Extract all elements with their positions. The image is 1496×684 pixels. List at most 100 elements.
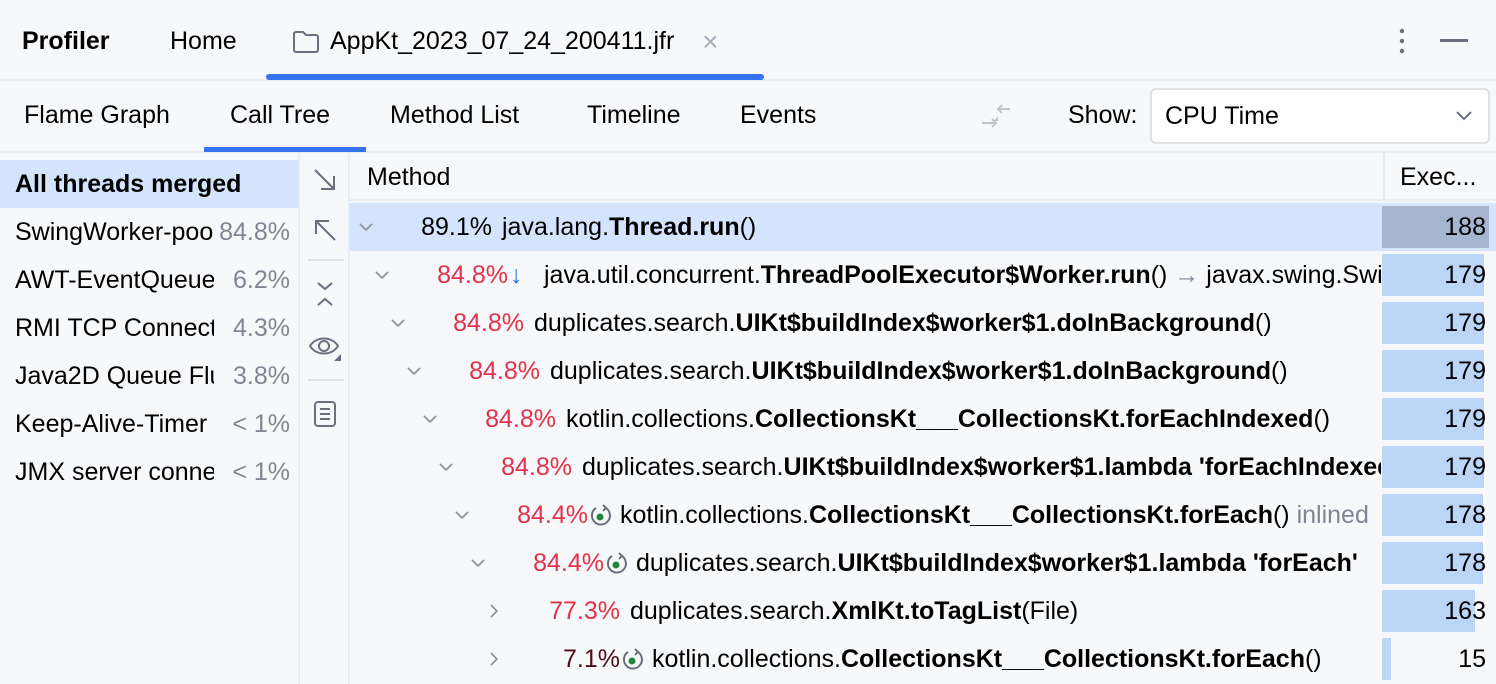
more-options-icon[interactable] — [1393, 26, 1411, 56]
thread-item[interactable]: AWT-EventQueue-0 6.2% — [0, 256, 298, 304]
method-package: kotlin.collections. — [620, 501, 809, 529]
tab-home[interactable]: Home — [170, 27, 237, 56]
details-icon[interactable] — [310, 399, 340, 429]
exec-cell: 163 — [1382, 587, 1496, 635]
tab-method-list[interactable]: Method List — [390, 101, 519, 130]
method-package: duplicates.search. — [582, 453, 784, 481]
thread-item[interactable]: Java2D Queue Flusher 3.8% — [0, 352, 298, 400]
method-cell: 89.1% java.lang.Thread.run() — [350, 203, 1381, 251]
exec-count: 179 — [1444, 261, 1486, 289]
chevron-right-icon[interactable] — [486, 651, 502, 667]
method-args: () — [1271, 357, 1288, 385]
call-tree-table: Method Exec... 89.1% java.lang.Thread.run… — [350, 153, 1496, 684]
method-cell: 84.4% duplicates.search.UIKt$buildIndex$w… — [350, 539, 1381, 587]
thread-name: All threads merged — [15, 170, 242, 198]
method-class: CollectionsKt___CollectionsKt.forEach — [808, 501, 1273, 529]
method-package: duplicates.search. — [636, 549, 838, 577]
exec-cell: 15 — [1382, 635, 1496, 683]
method-name: kotlin.collections.CollectionsKt___Colle… — [566, 405, 1330, 434]
toolbar-separator — [308, 259, 344, 261]
exec-cell: 179 — [1382, 395, 1496, 443]
exec-bar — [1382, 638, 1391, 680]
method-class: CollectionsKt___CollectionsKt.forEachInd… — [754, 405, 1314, 433]
chevron-down-icon[interactable] — [438, 459, 454, 475]
app-title: Profiler — [22, 27, 110, 55]
active-tab-indicator — [266, 74, 764, 80]
exec-cell: 179 — [1382, 251, 1496, 299]
method-target: javax.swing.SwingWorker.run() — [1206, 261, 1381, 289]
tab-call-tree[interactable]: Call Tree — [230, 101, 330, 130]
method-class: ThreadPoolExecutor$Worker.run — [760, 261, 1151, 289]
method-cell: 84.4% kotlin.collections.CollectionsKt___… — [350, 491, 1381, 539]
method-suffix: → javax.swing.SwingWorker.run() — [1167, 261, 1381, 289]
recursion-icon — [590, 504, 611, 526]
close-tab-icon[interactable]: × — [702, 27, 718, 56]
table-row[interactable]: 84.8% ↓ java.util.concurrent.ThreadPoolExe… — [350, 251, 1496, 299]
view-options-icon[interactable] — [308, 333, 342, 363]
thread-name: AWT-EventQueue-0 — [15, 266, 214, 294]
method-args: () — [1304, 645, 1322, 673]
minimize-icon[interactable] — [1440, 39, 1468, 42]
folder-icon — [293, 30, 319, 53]
chevron-down-icon[interactable] — [470, 555, 486, 571]
method-class: Thread.run — [609, 213, 740, 241]
tab-flame-graph[interactable]: Flame Graph — [24, 101, 170, 130]
table-header: Method Exec... — [350, 153, 1496, 201]
table-row[interactable]: 77.3% duplicates.search.XmlKt.toTagList(F… — [350, 587, 1496, 635]
merge-callees-icon[interactable] — [978, 101, 1018, 137]
table-row[interactable]: 84.8% duplicates.search.UIKt$buildIndex$w… — [350, 347, 1496, 395]
table-row[interactable]: 7.1% kotlin.collections.CollectionsKt___C… — [350, 635, 1496, 683]
exec-count: 179 — [1444, 309, 1486, 337]
method-class: UIKt$buildIndex$worker$1.doInBackground — [751, 357, 1272, 385]
time-percent: 84.8% — [501, 453, 572, 481]
redirect-arrow-icon: → — [1167, 261, 1207, 289]
expand-collapse-icon[interactable] — [310, 279, 340, 309]
thread-item[interactable]: JMX server connection timeout < 1% — [0, 448, 298, 496]
method-package: duplicates.search. — [630, 597, 832, 625]
exec-count: 163 — [1444, 597, 1486, 625]
method-package: duplicates.search. — [534, 309, 736, 337]
exec-count: 188 — [1444, 213, 1486, 241]
tab-recording-file[interactable]: AppKt_2023_07_24_200411.jfr × — [292, 27, 719, 56]
exec-count: 179 — [1444, 453, 1486, 481]
method-name: java.util.concurrent.ThreadPoolExecutor$… — [544, 261, 1381, 290]
table-row[interactable]: 84.4% duplicates.search.UIKt$buildIndex$w… — [350, 539, 1496, 587]
chevron-down-icon[interactable] — [422, 411, 438, 427]
chevron-down-icon[interactable] — [406, 363, 422, 379]
method-args: () — [1150, 261, 1168, 289]
chevron-down-icon[interactable] — [390, 315, 406, 331]
column-header-exec[interactable]: Exec... — [1383, 153, 1496, 201]
exec-count: 179 — [1444, 405, 1486, 433]
table-row[interactable]: 84.4% kotlin.collections.CollectionsKt___… — [350, 491, 1496, 539]
method-cell: 84.8% duplicates.search.UIKt$buildIndex$w… — [350, 299, 1381, 347]
table-row[interactable]: 84.8% kotlin.collections.CollectionsKt___… — [350, 395, 1496, 443]
thread-percent: 3.8% — [233, 362, 290, 390]
thread-item[interactable]: Keep-Alive-Timer < 1% — [0, 400, 298, 448]
chevron-down-icon[interactable] — [358, 219, 374, 235]
table-row[interactable]: 84.8% duplicates.search.UIKt$buildIndex$w… — [350, 299, 1496, 347]
column-header-method[interactable]: Method — [367, 163, 450, 192]
thread-item[interactable]: All threads merged — [0, 160, 298, 208]
recursion-icon — [606, 552, 627, 574]
method-cell: 84.8% ↓ java.util.concurrent.ThreadPoolExe… — [350, 251, 1381, 299]
collapse-all-icon[interactable] — [310, 215, 340, 245]
exec-count: 178 — [1444, 501, 1486, 529]
chevron-down-icon[interactable] — [454, 507, 470, 523]
method-class: XmlKt.toTagList — [831, 597, 1022, 625]
chevron-down-icon[interactable] — [374, 267, 390, 283]
thread-item[interactable]: RMI TCP Connection 4.3% — [0, 304, 298, 352]
chevron-right-icon[interactable] — [486, 603, 502, 619]
method-class: UIKt$buildIndex$worker$1.lambda 'forEach… — [783, 453, 1381, 481]
tab-events[interactable]: Events — [740, 101, 816, 130]
thread-percent: < 1% — [232, 458, 290, 486]
thread-item[interactable]: SwingWorker-pool-1-thread-1 84.8% — [0, 208, 298, 256]
table-row[interactable]: 84.8% duplicates.search.UIKt$buildIndex$w… — [350, 443, 1496, 491]
show-metric-select[interactable]: CPU Time — [1150, 88, 1490, 144]
tab-timeline[interactable]: Timeline — [587, 101, 681, 130]
tab-recording-file-label: AppKt_2023_07_24_200411.jfr — [330, 27, 675, 55]
show-metric-value: CPU Time — [1165, 102, 1279, 130]
table-row[interactable]: 89.1% java.lang.Thread.run() 188 — [350, 203, 1496, 251]
time-percent: 84.4% — [533, 549, 604, 577]
time-percent: 84.8% — [485, 405, 556, 433]
expand-all-icon[interactable] — [310, 165, 340, 195]
